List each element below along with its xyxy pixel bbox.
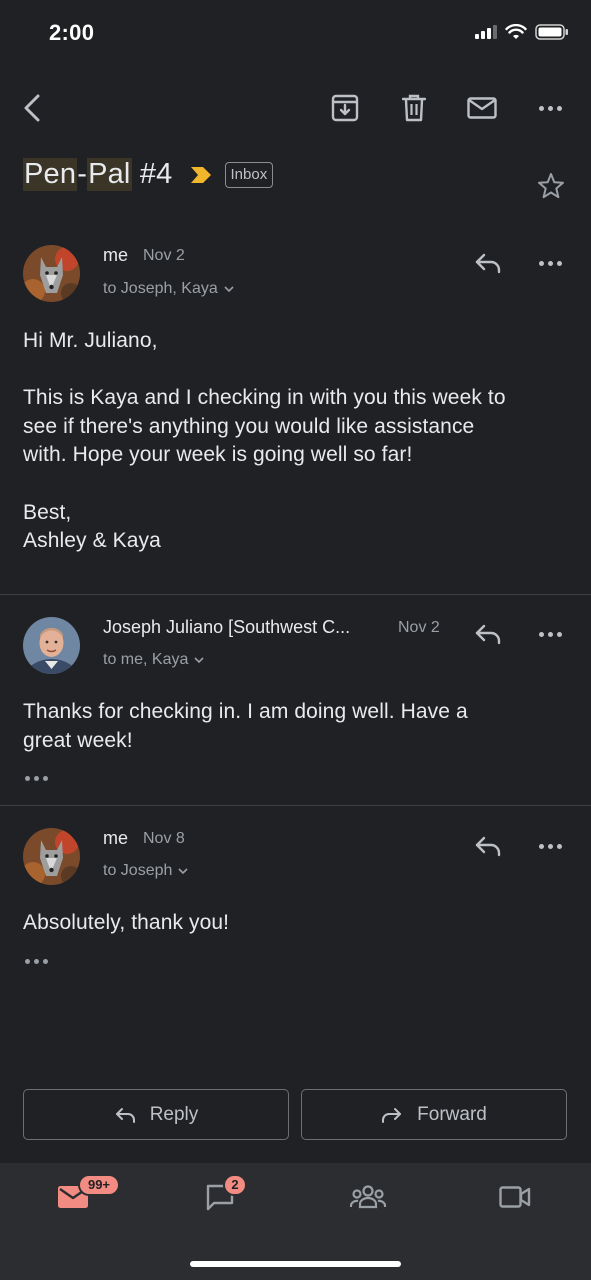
body-line: Best, <box>23 500 72 524</box>
body-line: Hi Mr. Juliano, <box>23 329 158 352</box>
reply-icon <box>475 836 501 857</box>
message-more-button[interactable] <box>530 243 570 283</box>
reply-icon <box>475 624 501 645</box>
body-line: Thanks for checking in. I am doing well.… <box>23 700 468 723</box>
body-line: Absolutely, thank you! <box>23 911 230 934</box>
chat-unread-badge: 2 <box>223 1174 247 1196</box>
trash-icon <box>402 94 426 122</box>
message-recipients[interactable]: to Joseph, Kaya <box>103 280 234 298</box>
back-button[interactable] <box>12 88 52 128</box>
forward-button[interactable]: Forward <box>301 1089 567 1140</box>
message-sender: Joseph Juliano [Southwest C... <box>103 617 351 637</box>
star-icon <box>538 173 564 199</box>
video-camera-icon <box>499 1186 531 1208</box>
forward-button-label: Forward <box>417 1103 487 1125</box>
message-date: Nov 8 <box>143 830 185 847</box>
recipients-label: to me, Kaya <box>103 651 189 668</box>
body-line <box>23 356 583 385</box>
message-sender: me <box>103 245 129 265</box>
mark-unread-button[interactable] <box>462 88 502 128</box>
delete-button[interactable] <box>394 88 434 128</box>
message-body: Absolutely, thank you! <box>23 909 583 938</box>
mail-icon <box>467 97 497 119</box>
body-line: see if there's anything you would like a… <box>23 414 475 438</box>
archive-icon <box>331 94 359 122</box>
people-icon <box>350 1185 386 1209</box>
message-body: Thanks for checking in. I am doing well.… <box>23 698 583 755</box>
subject-line: Pen - Pal #4 Inbox <box>23 158 274 191</box>
body-line: This is Kaya and I checking in with you … <box>23 386 506 410</box>
recipients-label: to Joseph, Kaya <box>103 280 218 297</box>
home-indicator <box>190 1261 401 1267</box>
mail-unread-badge: 99+ <box>78 1174 120 1196</box>
wolf-avatar-icon <box>23 828 80 885</box>
message-sender: me <box>103 828 129 848</box>
subject-dash: - <box>77 158 88 190</box>
star-button[interactable] <box>531 166 571 206</box>
message-divider <box>0 805 591 806</box>
nav-mail[interactable]: 99+ <box>43 1173 120 1221</box>
reply-icon <box>115 1107 135 1123</box>
archive-button[interactable] <box>325 88 365 128</box>
nav-meet[interactable] <box>485 1173 545 1221</box>
subject-rest: #4 <box>131 158 173 190</box>
subject-highlight-1: Pen <box>23 158 78 191</box>
reply-icon-button[interactable] <box>468 614 508 654</box>
avatar[interactable] <box>23 828 80 885</box>
body-line <box>23 470 583 499</box>
more-options-button[interactable] <box>530 88 570 128</box>
message-date: Nov 2 <box>143 247 185 264</box>
chevron-down-icon <box>224 285 234 292</box>
more-horizontal-icon <box>538 631 562 637</box>
chevron-down-icon <box>178 867 188 874</box>
message-recipients[interactable]: to Joseph <box>103 862 188 880</box>
reply-button-label: Reply <box>149 1103 199 1125</box>
message-more-button[interactable] <box>530 826 570 866</box>
chevron-down-icon <box>194 656 204 663</box>
importance-marker-icon[interactable] <box>189 166 213 184</box>
message-date: Nov 2 <box>398 619 440 636</box>
body-line: with. Hope your week is going well so fa… <box>23 443 413 467</box>
message-body: Hi Mr. Juliano, This is Kaya and I check… <box>23 327 583 556</box>
inbox-label[interactable]: Inbox <box>224 161 274 188</box>
status-icons <box>475 24 569 40</box>
battery-icon <box>535 24 568 40</box>
avatar[interactable] <box>23 617 80 674</box>
reply-icon-button[interactable] <box>468 243 508 283</box>
person-avatar-icon <box>23 617 80 674</box>
reply-icon <box>475 253 501 274</box>
forward-icon <box>382 1107 402 1123</box>
message-more-button[interactable] <box>530 614 570 654</box>
more-horizontal-icon <box>538 105 562 111</box>
reply-icon-button[interactable] <box>468 826 508 866</box>
avatar[interactable] <box>23 245 80 302</box>
more-horizontal-icon <box>538 260 562 266</box>
wolf-avatar-icon <box>23 245 80 302</box>
message-recipients[interactable]: to me, Kaya <box>103 651 204 669</box>
signal-icon <box>475 25 497 39</box>
status-time: 2:00 <box>49 20 95 45</box>
reply-button[interactable]: Reply <box>23 1089 289 1140</box>
nav-chat[interactable]: 2 <box>190 1173 250 1221</box>
nav-spaces[interactable] <box>338 1173 398 1221</box>
recipients-label: to Joseph <box>103 862 173 879</box>
more-horizontal-icon <box>538 843 562 849</box>
show-trimmed-content-button[interactable] <box>25 776 48 781</box>
subject-highlight-2: Pal <box>87 158 132 191</box>
back-arrow-icon <box>24 94 40 122</box>
body-line: great week! <box>23 728 133 752</box>
wifi-icon <box>505 24 527 39</box>
show-trimmed-content-button[interactable] <box>25 959 48 964</box>
message-divider <box>0 594 591 595</box>
body-line: Ashley & Kaya <box>23 529 161 553</box>
